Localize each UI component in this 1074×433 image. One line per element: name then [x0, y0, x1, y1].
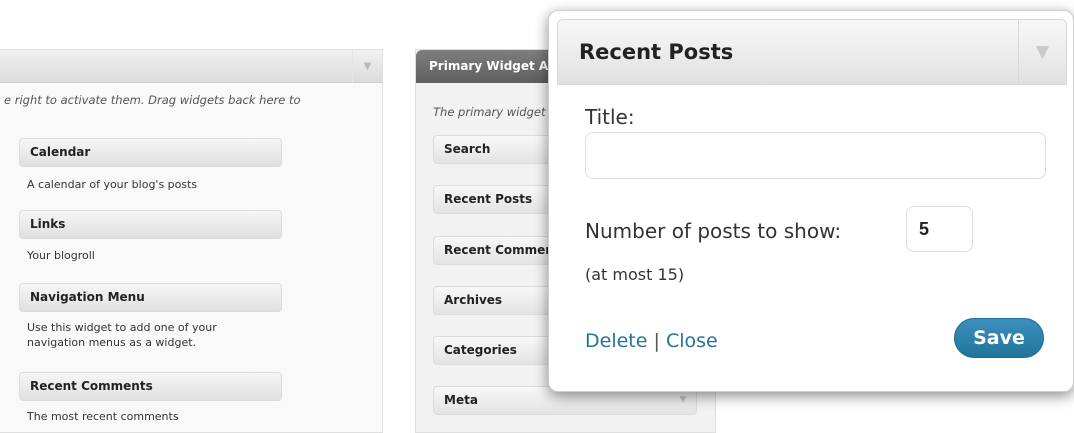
- widget-recent-comments-description: The most recent comments: [27, 410, 179, 423]
- primary-widget-label: Search: [444, 142, 491, 156]
- save-button[interactable]: Save: [954, 318, 1044, 358]
- recent-posts-widget-title: Recent Posts: [579, 40, 734, 64]
- widget-recent-comments[interactable]: Recent Comments: [19, 372, 282, 401]
- collapse-arrow-icon[interactable]: ▼: [352, 50, 382, 83]
- title-input[interactable]: [585, 132, 1046, 179]
- available-widgets-description: e right to activate them. Drag widgets b…: [4, 93, 301, 107]
- primary-widget-area-description: The primary widget: [433, 105, 546, 119]
- widget-control-links: Delete | Close: [585, 330, 718, 352]
- number-of-posts-input[interactable]: [906, 206, 973, 252]
- link-separator: |: [653, 330, 660, 352]
- widget-links-description: Your blogroll: [27, 249, 95, 262]
- recent-posts-widget-popup: Recent Posts ▼ Title: Number of posts to…: [548, 10, 1074, 392]
- widget-calendar[interactable]: Calendar: [19, 138, 282, 167]
- primary-widget-label: Recent Posts: [444, 192, 533, 206]
- available-widgets-panel: ▼ e right to activate them. Drag widgets…: [0, 49, 383, 433]
- number-of-posts-label: Number of posts to show:: [585, 219, 842, 243]
- primary-widget-label: Meta: [444, 393, 478, 407]
- widget-calendar-description: A calendar of your blog's posts: [27, 178, 198, 191]
- close-link[interactable]: Close: [666, 330, 718, 352]
- widget-navigation-menu[interactable]: Navigation Menu: [19, 283, 282, 312]
- delete-link[interactable]: Delete: [585, 330, 647, 352]
- primary-widget-label: Archives: [444, 293, 503, 307]
- widget-navigation-menu-description: Use this widget to add one of your navig…: [27, 321, 217, 349]
- max-posts-note: (at most 15): [585, 265, 685, 284]
- primary-widget-label: Categories: [444, 343, 517, 357]
- title-label: Title:: [585, 105, 635, 129]
- available-widgets-header[interactable]: ▼: [0, 50, 382, 83]
- collapse-arrow-icon[interactable]: ▼: [1018, 20, 1066, 84]
- widget-links[interactable]: Links: [19, 210, 282, 239]
- primary-widget-label: Recent Comment: [444, 243, 560, 257]
- recent-posts-widget-header[interactable]: Recent Posts ▼: [557, 19, 1067, 85]
